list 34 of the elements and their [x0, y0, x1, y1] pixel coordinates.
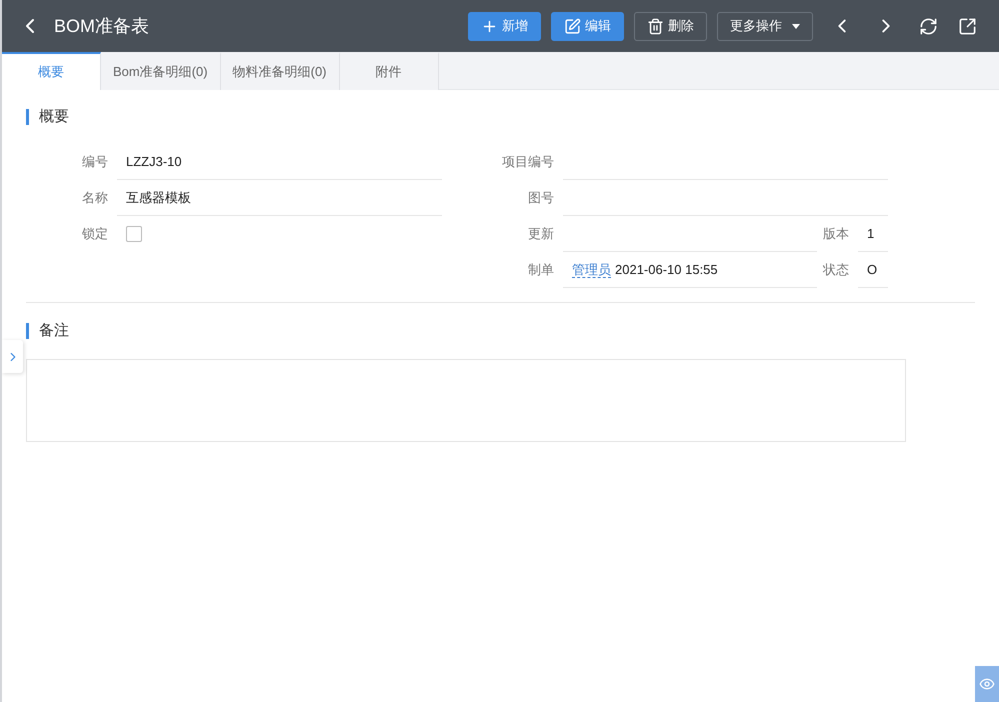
expand-sidebar-button[interactable]	[2, 340, 23, 373]
value-field[interactable]: 1	[858, 216, 888, 252]
trash-icon	[647, 18, 664, 34]
value-field[interactable]: O	[858, 252, 888, 288]
value-field[interactable]: 管理员 2021-06-10 15:55	[563, 252, 817, 288]
eye-icon[interactable]	[975, 666, 999, 702]
tab[interactable]: Bom准备明细(0)	[101, 52, 221, 90]
notes-field[interactable]	[26, 359, 906, 442]
field-label: 更新	[528, 225, 555, 243]
section-title: 概要	[26, 109, 69, 125]
section-title: 备注	[26, 323, 69, 339]
toolbar-button[interactable]: 新增	[468, 12, 541, 40]
field-label: 项目编号	[502, 153, 555, 171]
tab[interactable]: 附件	[340, 52, 439, 90]
field-label: 版本	[822, 225, 850, 243]
export-icon[interactable]	[958, 16, 977, 36]
more-actions-dropdown[interactable]: 更多操作	[717, 12, 813, 40]
field-label: 名称	[82, 189, 109, 207]
value-field[interactable]: 互感器模板	[117, 180, 442, 216]
value-field[interactable]: LZZJ3-10	[117, 144, 442, 180]
field-label: 状态	[822, 261, 850, 279]
tab[interactable]: 概要	[2, 52, 101, 90]
tab[interactable]: 物料准备明细(0)	[220, 52, 340, 90]
toolbar-button[interactable]: 编辑	[551, 12, 624, 40]
user-link[interactable]: 管理员	[572, 262, 611, 278]
refresh-icon[interactable]	[919, 16, 938, 36]
field-label: 编号	[82, 153, 109, 171]
field-label: 制单	[528, 261, 555, 279]
page-title: BOM准备表	[54, 15, 150, 38]
checkbox[interactable]	[126, 226, 142, 242]
toolbar-button[interactable]: 删除	[634, 12, 707, 40]
edit-icon	[564, 18, 581, 34]
field-label: 锁定	[82, 225, 109, 243]
field-label: 图号	[528, 189, 555, 207]
